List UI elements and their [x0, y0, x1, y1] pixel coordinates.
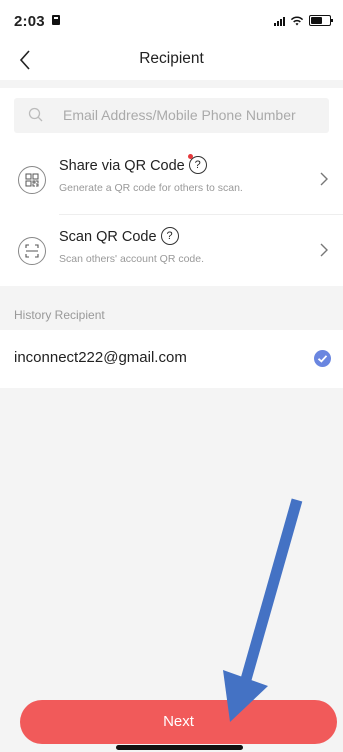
row-subtitle: Scan others' account QR code.	[59, 253, 205, 265]
recipient-email: inconnect222@gmail.com	[14, 349, 187, 366]
search-placeholder: Email Address/Mobile Phone Number	[63, 107, 296, 123]
wifi-icon	[290, 16, 304, 26]
orientation-lock-icon	[52, 15, 60, 25]
check-icon	[314, 350, 331, 367]
search-icon	[28, 107, 43, 122]
battery-icon	[309, 15, 333, 26]
row-subtitle: Generate a QR code for others to scan.	[59, 182, 243, 194]
search-input[interactable]: Email Address/Mobile Phone Number	[14, 98, 329, 133]
share-qr-title: Share via QR Code	[59, 157, 185, 174]
row-title: Share via QR Code?	[59, 156, 207, 175]
history-recipient-item[interactable]: inconnect222@gmail.com	[0, 330, 343, 388]
help-icon[interactable]: ?	[160, 227, 179, 245]
search-section: Email Address/Mobile Phone Number	[0, 88, 343, 144]
home-indicator	[116, 745, 243, 750]
status-bar: 2:03	[0, 0, 343, 40]
status-icons	[274, 15, 333, 26]
share-via-qr-code-row[interactable]: Share via QR Code? Generate a QR code fo…	[0, 144, 343, 215]
scan-icon	[18, 237, 46, 265]
next-button[interactable]: Next	[20, 700, 337, 744]
page-title: Recipient	[139, 50, 204, 67]
chevron-right-icon	[320, 172, 328, 186]
signal-icon	[274, 16, 285, 26]
chevron-right-icon	[320, 243, 328, 257]
status-time: 2:03	[14, 13, 45, 30]
scan-qr-code-row[interactable]: Scan QR Code? Scan others' account QR co…	[0, 215, 343, 286]
nav-bar: Recipient	[0, 40, 343, 80]
scan-qr-title: Scan QR Code	[59, 228, 157, 245]
qr-code-icon	[18, 166, 46, 194]
notification-dot	[188, 154, 193, 159]
history-section-label: History Recipient	[14, 308, 105, 322]
row-title: Scan QR Code?	[59, 227, 179, 246]
